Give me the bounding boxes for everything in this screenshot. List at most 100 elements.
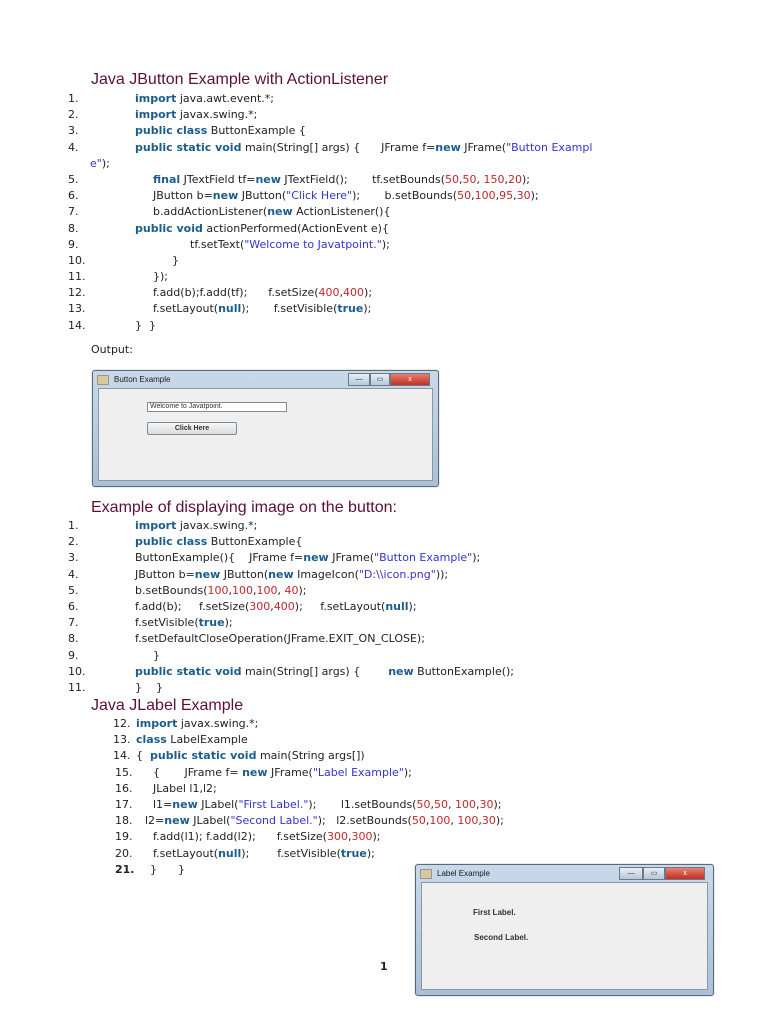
code-text: class LabelExample bbox=[136, 732, 248, 748]
close-icon[interactable]: x bbox=[390, 373, 430, 386]
code-line: 2. import javax.swing.*; bbox=[0, 107, 768, 123]
window-controls: — ▭ x bbox=[348, 373, 430, 386]
number-token: 50 bbox=[462, 172, 477, 186]
number-token: 100 bbox=[207, 583, 229, 597]
number-token: 100 bbox=[232, 583, 254, 597]
code-token: )); bbox=[435, 567, 449, 581]
line-number: 5. bbox=[68, 583, 79, 597]
code-token: JFrame( bbox=[328, 551, 375, 565]
number-token: 100 bbox=[429, 814, 451, 828]
code-token: f.setVisible( bbox=[135, 616, 199, 630]
code-text: }); bbox=[153, 269, 168, 285]
code-token: ); f.setVisible( bbox=[241, 846, 341, 860]
code-text: import java.awt.event.*; bbox=[135, 91, 274, 107]
java-app-icon bbox=[420, 868, 432, 879]
code-line: 5. final JTextField tf=new JTextField(); … bbox=[0, 172, 768, 188]
number-token: 300 bbox=[326, 830, 348, 844]
code-text: l1=new JLabel("First Label."); l1.setBou… bbox=[153, 797, 501, 813]
line-number: 6. bbox=[68, 189, 79, 203]
keyword-token: new bbox=[194, 567, 221, 581]
keyword-token: new bbox=[267, 205, 293, 219]
code-line: 11. } } bbox=[0, 680, 768, 696]
java-app-icon bbox=[97, 374, 109, 385]
line-number: 13. bbox=[113, 733, 131, 747]
code-token: JButton( bbox=[220, 567, 269, 581]
minimize-icon[interactable]: — bbox=[619, 867, 643, 880]
welcome-textfield[interactable]: Welcome to Javatpoint. bbox=[147, 402, 287, 412]
code-line: 2. public class ButtonExample{ bbox=[0, 534, 768, 550]
number-token: 100 bbox=[474, 189, 496, 203]
string-token: "Button Example" bbox=[374, 551, 473, 565]
minimize-icon[interactable]: — bbox=[348, 373, 370, 386]
maximize-icon[interactable]: ▭ bbox=[370, 373, 390, 386]
code-token: b.setBounds( bbox=[135, 583, 208, 597]
string-token: "Button Exampl bbox=[506, 140, 593, 154]
code-text: tf.setText("Welcome to Javatpoint."); bbox=[190, 237, 390, 253]
code-text: { public static void main(String args[]) bbox=[136, 748, 365, 764]
number-token: 40 bbox=[284, 583, 299, 597]
number-token: 50 bbox=[433, 797, 448, 811]
line-number: 1. bbox=[68, 92, 79, 105]
click-here-button[interactable]: Click Here bbox=[147, 422, 237, 435]
code-line: 12. f.add(b);f.add(tf); f.setSize(400,400… bbox=[0, 285, 768, 301]
code-token: } } bbox=[150, 862, 185, 876]
code-line: 9. tf.setText("Welcome to Javatpoint."); bbox=[0, 237, 768, 253]
code-token: ButtonExample { bbox=[207, 124, 306, 138]
code-line: 3. public class ButtonExample { bbox=[0, 123, 768, 139]
code-token: java.awt.event.*; bbox=[176, 92, 274, 105]
line-number: 17. bbox=[115, 797, 133, 811]
code-text: l2=new JLabel("Second Label."); l2.setBo… bbox=[145, 813, 504, 829]
number-token: 30 bbox=[481, 814, 496, 828]
keyword-token: new bbox=[212, 189, 239, 203]
line-number: 4. bbox=[68, 140, 79, 154]
code-text: e"); bbox=[90, 156, 110, 172]
code-token: { bbox=[136, 749, 150, 763]
line-number: 7. bbox=[68, 205, 79, 219]
code-text: f.add(l1); f.add(l2); f.setSize(300,300)… bbox=[153, 829, 380, 845]
section1-heading: Java JButton Example with ActionListener bbox=[91, 71, 389, 88]
keyword-token: new bbox=[172, 797, 198, 811]
code-token: ); bbox=[224, 616, 233, 630]
code-token: javax.swing.*; bbox=[177, 717, 259, 730]
code-token: javax.swing.*; bbox=[176, 108, 258, 122]
string-token: "D:\\icon.png" bbox=[358, 567, 436, 581]
section2-heading: Example of displaying image on the butto… bbox=[91, 499, 397, 516]
code-token: ImageIcon( bbox=[293, 567, 359, 581]
code-token: LabelExample bbox=[166, 733, 248, 747]
code-line: 14.} } bbox=[0, 318, 768, 334]
code-text: } } bbox=[135, 680, 163, 696]
keyword-token: new bbox=[388, 664, 414, 678]
code-token: ); bbox=[493, 797, 502, 811]
code-token: } bbox=[172, 253, 179, 267]
close-icon[interactable]: x bbox=[665, 867, 705, 880]
window-controls: — ▭ x bbox=[619, 867, 705, 880]
code-line: 15. { JFrame f= new JFrame("Label Example… bbox=[0, 765, 768, 781]
keyword-token: import bbox=[135, 108, 177, 122]
code-text: JButton b=new JButton("Click Here"); b.s… bbox=[153, 188, 539, 204]
line-number: 11. bbox=[68, 680, 86, 694]
code-line: 9.} bbox=[0, 648, 768, 664]
code-text: JButton b=new JButton(new ImageIcon("D:\… bbox=[135, 567, 448, 583]
code-token: , bbox=[277, 583, 285, 597]
window-titlebar: Button Example — ▭ x bbox=[97, 373, 434, 387]
code-token: ); bbox=[403, 765, 412, 779]
number-token: 400 bbox=[318, 286, 340, 300]
code-text: b.setBounds(100,100,100, 40); bbox=[135, 583, 307, 599]
code-line: e"); bbox=[0, 156, 768, 172]
line-number: 9. bbox=[68, 648, 79, 662]
string-token: "Welcome to Javatpoint." bbox=[244, 237, 382, 251]
keyword-token: public class bbox=[135, 124, 208, 138]
code-line: 19. f.add(l1); f.add(l2); f.setSize(300,3… bbox=[0, 829, 768, 845]
code-text: final JTextField tf=new JTextField(); tf… bbox=[153, 172, 530, 188]
code-token: tf.setText( bbox=[190, 237, 245, 251]
code-text: } } bbox=[150, 862, 185, 878]
code-token: ); bbox=[101, 156, 110, 170]
number-token: 300 bbox=[249, 599, 271, 613]
line-number: 12. bbox=[113, 717, 131, 730]
maximize-icon[interactable]: ▭ bbox=[643, 867, 665, 880]
number-token: 400 bbox=[273, 599, 295, 613]
code-token: main(String[] args) { JFrame f= bbox=[241, 140, 436, 154]
code-token: main(String[] args) { bbox=[241, 664, 389, 678]
code-listing-2: 1. import javax.swing.*; 2. public class Bu… bbox=[0, 518, 768, 696]
keyword-token: true bbox=[340, 846, 367, 860]
